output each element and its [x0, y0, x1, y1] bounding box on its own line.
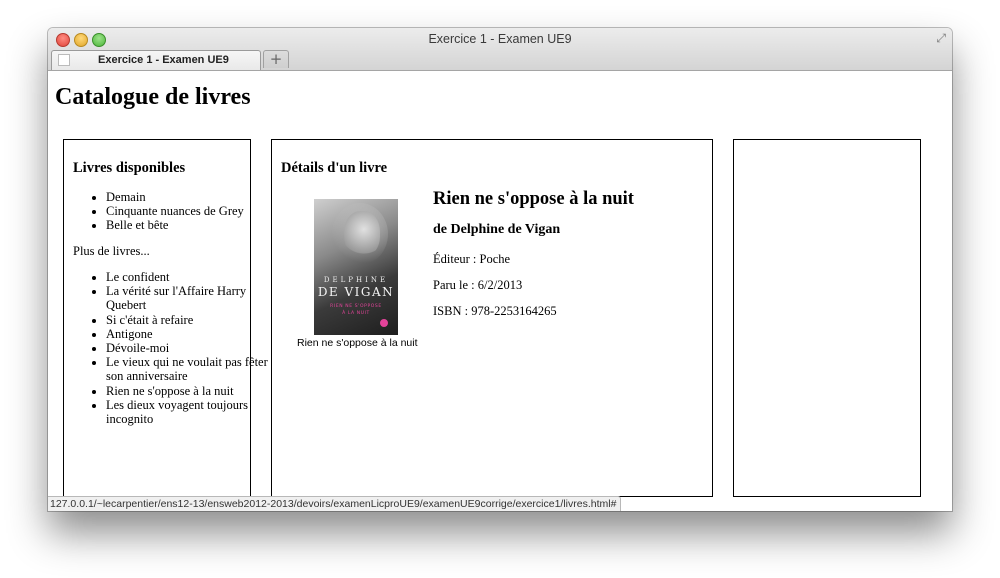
book-list-item[interactable]: Si c'était à refaire: [106, 313, 286, 327]
book-list-item[interactable]: La vérité sur l'Affaire Harry Quebert: [106, 284, 286, 312]
book-publisher: Éditeur : Poche: [433, 252, 511, 266]
page-favicon-icon: [58, 54, 70, 66]
book-publish-date: Paru le : 6/2/2013: [433, 278, 523, 292]
book-cover-figure: DELPHINE DE VIGAN RIEN NE S'OPPOSE À LA …: [297, 199, 418, 349]
tab-label: Exercice 1 - Examen UE9: [98, 54, 229, 66]
status-bar-url: 127.0.0.1/~lecarpentier/ens12-13/ensweb2…: [48, 496, 622, 511]
book-list-item[interactable]: Le vieux qui ne voulait pas fêter son an…: [106, 355, 286, 383]
book-author: de Delphine de Vigan: [433, 222, 561, 237]
book-list-item[interactable]: Cinquante nuances de Grey: [106, 204, 286, 218]
publisher-badge-icon: [380, 319, 388, 327]
empty-right-panel: [733, 139, 921, 497]
fullscreen-icon[interactable]: ⤢: [936, 31, 946, 46]
more-books-list: Le confident La vérité sur l'Affaire Har…: [64, 270, 286, 426]
cover-portrait: [344, 211, 380, 257]
book-details-panel: Détails d'un livre DELPHINE DE VIGAN RIE…: [271, 139, 713, 497]
tab-active[interactable]: Exercice 1 - Examen UE9: [51, 50, 261, 70]
new-tab-button[interactable]: +: [263, 50, 289, 68]
cover-author-first: DELPHINE: [323, 276, 389, 284]
available-books-panel: Livres disponibles Demain Cinquante nuan…: [63, 139, 268, 497]
title-bar: Exercice 1 - Examen UE9 ⤢ Exercice 1 - E…: [48, 28, 952, 71]
more-books-label: Plus de livres...: [73, 244, 150, 258]
book-list-item[interactable]: Antigone: [106, 327, 286, 341]
cover-author-last: DE VIGAN: [317, 285, 395, 299]
available-books-heading: Livres disponibles: [73, 160, 186, 176]
book-list-item[interactable]: Dévoile-moi: [106, 341, 286, 355]
window-title: Exercice 1 - Examen UE9: [428, 32, 572, 46]
book-cover-image: DELPHINE DE VIGAN RIEN NE S'OPPOSE À LA …: [314, 199, 398, 335]
cover-title-line2: À LA NUIT: [342, 311, 370, 316]
book-list-item[interactable]: Les dieux voyagent toujours incognito: [106, 398, 286, 426]
page-content: Catalogue de livres Livres disponibles D…: [48, 71, 952, 511]
browser-window: Exercice 1 - Examen UE9 ⤢ Exercice 1 - E…: [48, 28, 952, 511]
book-isbn: ISBN : 978-2253164265: [433, 304, 557, 318]
book-list-item[interactable]: Le confident: [106, 270, 286, 284]
book-list-item[interactable]: Belle et bête: [106, 218, 286, 232]
page-title: Catalogue de livres: [55, 84, 251, 110]
cover-title-line1: RIEN NE S'OPPOSE: [330, 304, 382, 309]
book-list-item[interactable]: Rien ne s'oppose à la nuit: [106, 384, 286, 398]
book-title: Rien ne s'oppose à la nuit: [433, 189, 634, 209]
available-books-list: Demain Cinquante nuances de Grey Belle e…: [64, 190, 286, 233]
cover-caption: Rien ne s'oppose à la nuit: [297, 337, 418, 349]
cover-title: RIEN NE S'OPPOSE À LA NUIT: [314, 303, 398, 317]
book-list-item[interactable]: Demain: [106, 190, 286, 204]
book-details-heading: Détails d'un livre: [281, 160, 388, 176]
